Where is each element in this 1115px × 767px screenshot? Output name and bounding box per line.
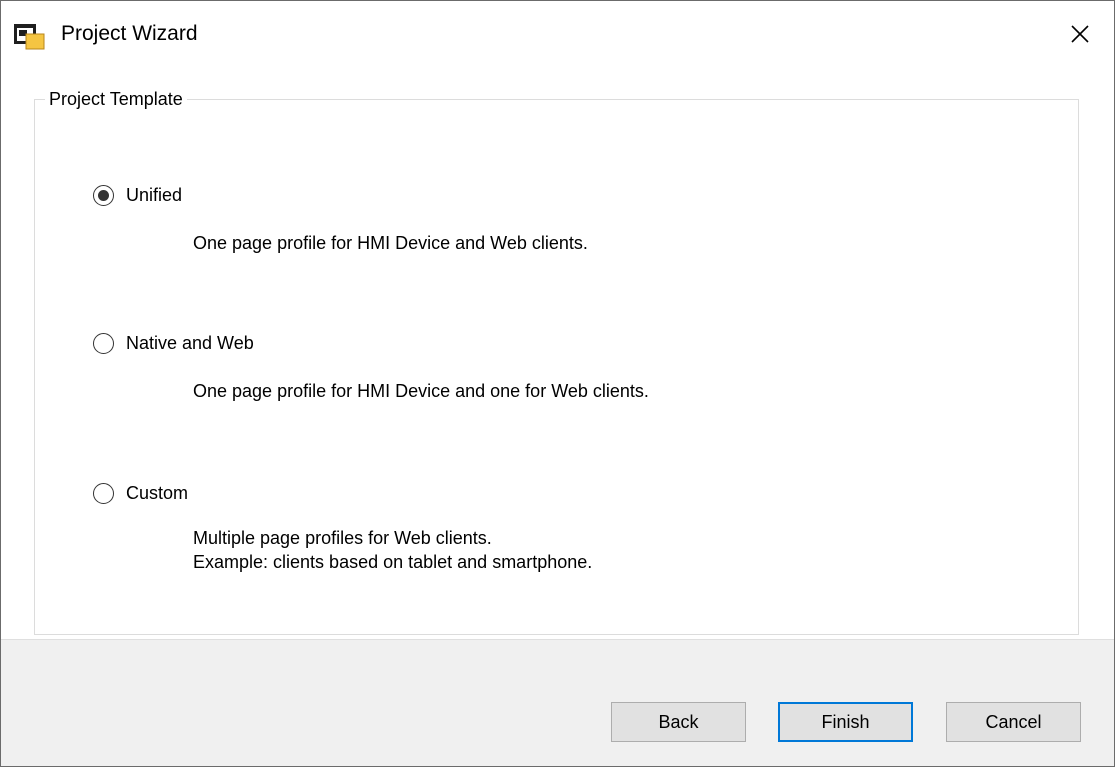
option-description-unified: One page profile for HMI Device and Web … bbox=[193, 233, 588, 253]
option-description-native-and-web: One page profile for HMI Device and one … bbox=[193, 381, 649, 401]
close-icon bbox=[1071, 25, 1089, 43]
option-label-unified: Unified bbox=[126, 185, 183, 205]
option-label-custom: Custom bbox=[126, 483, 189, 503]
option-description-custom-line-2: Example: clients based on tablet and sma… bbox=[193, 552, 593, 572]
dialog-footer: Back Finish Cancel bbox=[1, 639, 1114, 766]
radio-option-custom[interactable]: Custom bbox=[93, 478, 188, 508]
back-button[interactable]: Back bbox=[611, 702, 746, 742]
radio-option-native-and-web[interactable]: Native and Web bbox=[93, 328, 254, 358]
finish-button[interactable]: Finish bbox=[778, 702, 913, 742]
app-icon bbox=[13, 22, 49, 52]
cancel-button[interactable]: Cancel bbox=[946, 702, 1081, 742]
title-bar[interactable]: Project Wizard bbox=[1, 1, 1114, 69]
radio-button-native-and-web[interactable] bbox=[93, 332, 114, 354]
option-description-custom-line-1: Multiple page profiles for Web clients. bbox=[193, 528, 492, 548]
radio-option-unified[interactable]: Unified bbox=[93, 180, 182, 210]
project-wizard-dialog: Project Wizard Project Template Unified … bbox=[0, 0, 1115, 767]
group-legend: Project Template bbox=[45, 87, 187, 111]
radio-selected-dot bbox=[98, 189, 109, 201]
radio-button-custom[interactable] bbox=[93, 482, 114, 504]
dialog-content: Project Template Unified One page profil… bbox=[1, 69, 1114, 639]
radio-button-unified[interactable] bbox=[93, 184, 114, 206]
window-title: Project Wizard bbox=[61, 22, 198, 45]
option-label-native-and-web: Native and Web bbox=[126, 333, 254, 353]
close-button[interactable] bbox=[1046, 1, 1114, 67]
